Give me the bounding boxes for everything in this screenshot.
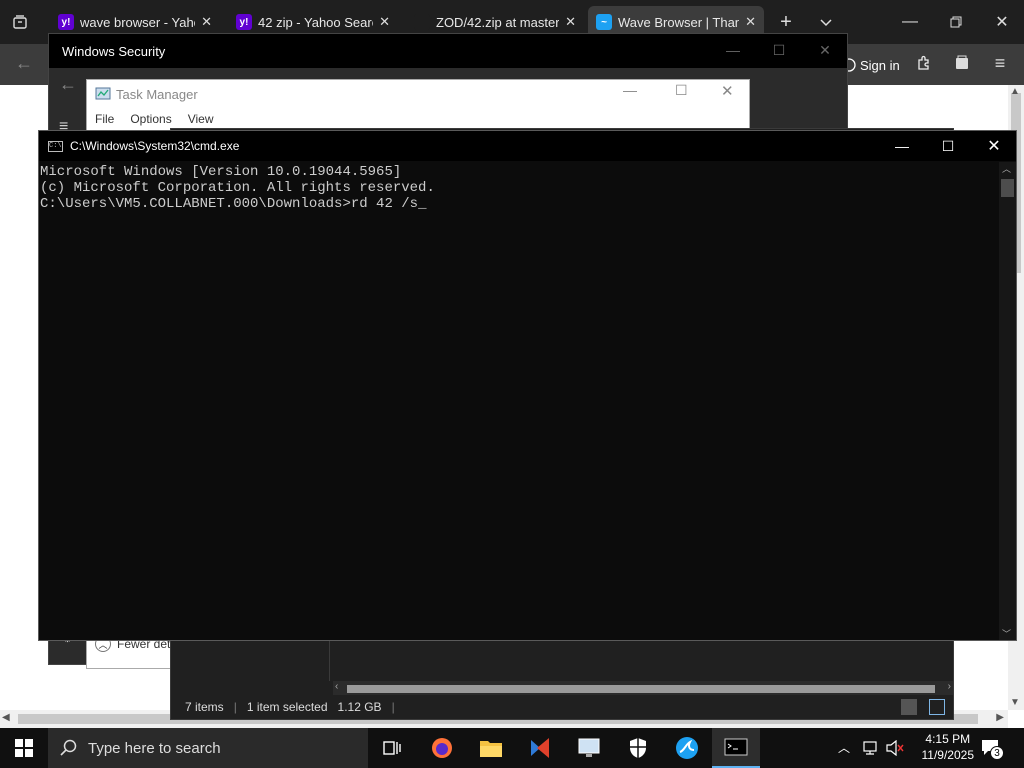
explorer-scroll-left-icon[interactable]: ‹ xyxy=(335,681,338,692)
cmd-title: C:\Windows\System32\cmd.exe xyxy=(70,139,240,153)
items-count: 7 items xyxy=(185,700,224,714)
large-icons-view-icon[interactable] xyxy=(929,699,945,715)
search-icon xyxy=(60,739,77,756)
back-arrow-icon[interactable]: ← xyxy=(10,51,38,75)
taskbar-search-box[interactable]: Type here to search xyxy=(48,728,368,768)
console-prompt-line: C:\Users\VM5.COLLABNET.000\Downloads>rd … xyxy=(40,196,419,212)
wave-browser-icon[interactable] xyxy=(663,728,711,768)
cmd-minimize-icon[interactable]: — xyxy=(879,131,925,161)
windows-logo-icon xyxy=(15,739,33,757)
winsec-minimize-icon[interactable]: — xyxy=(710,34,756,66)
taskbar-clock[interactable]: 4:15 PM 11/9/2025 xyxy=(922,731,975,763)
tab-label: wave browser - Yahoo xyxy=(80,14,195,30)
visual-studio-code-icon[interactable] xyxy=(516,728,564,768)
windows-security-title: Windows Security xyxy=(62,43,166,59)
explorer-statusbar: 7 items | 1 item selected 1.12 GB | xyxy=(171,695,953,719)
wave-favicon-icon: ~ xyxy=(596,14,612,30)
scroll-down-arrow-icon[interactable]: ▼ xyxy=(1010,697,1020,708)
taskbar: Type here to search ︿ 4:15 PM 11/9/2025 … xyxy=(0,728,1024,768)
status-separator: | xyxy=(233,700,237,714)
taskmgr-close-icon[interactable]: ✕ xyxy=(721,82,734,100)
firefox-icon[interactable] xyxy=(418,728,466,768)
sign-in-label: Sign in xyxy=(860,57,900,73)
yahoo-favicon-icon: y! xyxy=(58,14,74,30)
notification-badge: 3 xyxy=(990,746,1004,760)
explorer-scroll-right-icon[interactable]: › xyxy=(948,681,951,692)
command-prompt-taskbar-icon[interactable] xyxy=(712,728,760,768)
task-view-icon[interactable] xyxy=(368,728,416,768)
cmd-window: C:\ C:\Windows\System32\cmd.exe — ☐ ✕ Mi… xyxy=(38,130,1017,641)
taskmgr-maximize-icon[interactable]: ☐ xyxy=(675,82,688,99)
task-manager-titlebar[interactable]: Task Manager xyxy=(87,80,749,108)
status-separator: | xyxy=(391,700,395,714)
console-line: C:\Users\VM5.COLLABNET.000\Downloads>rd … xyxy=(40,196,998,212)
selection-size: 1.12 GB xyxy=(337,700,382,714)
browser-restore-icon[interactable] xyxy=(942,10,970,34)
console-output[interactable]: Microsoft Windows [Version 10.0.19044.59… xyxy=(39,162,999,640)
taskmgr-minimize-icon[interactable]: — xyxy=(623,82,637,98)
tab-close-icon[interactable]: ✕ xyxy=(201,14,212,30)
cmd-titlebar[interactable]: C:\ C:\Windows\System32\cmd.exe xyxy=(39,131,1016,161)
scroll-left-arrow-icon[interactable]: ◀ xyxy=(2,712,10,723)
notification-center-button[interactable]: 3 xyxy=(980,738,1004,763)
cmd-close-icon[interactable]: ✕ xyxy=(971,131,1017,161)
menu-hamburger-icon[interactable]: ≡ xyxy=(986,51,1014,75)
pane-divider xyxy=(329,641,330,681)
new-tab-icon[interactable]: + xyxy=(772,10,800,34)
console-line: Microsoft Windows [Version 10.0.19044.59… xyxy=(40,164,402,180)
cmd-scroll-thumb[interactable] xyxy=(1001,179,1014,197)
yahoo-favicon-icon: y! xyxy=(236,14,252,30)
network-icon[interactable] xyxy=(862,740,880,761)
windows-security-shield-icon[interactable] xyxy=(614,728,662,768)
tab-label: ZOD/42.zip at master · xyxy=(436,14,560,30)
clock-date: 11/9/2025 xyxy=(921,748,975,762)
text-cursor: _ xyxy=(418,196,427,212)
start-button[interactable] xyxy=(0,728,48,768)
details-view-icon[interactable] xyxy=(901,699,917,715)
scroll-right-arrow-icon[interactable]: ▶ xyxy=(996,712,1004,723)
cmd-scroll-down-icon[interactable]: ﹀ xyxy=(1002,627,1011,640)
cmd-app-icon: C:\ xyxy=(48,140,63,152)
console-line: (c) Microsoft Corporation. All rights re… xyxy=(40,180,435,196)
browser-close-icon[interactable]: ✕ xyxy=(988,10,1016,34)
tab-close-icon[interactable]: ✕ xyxy=(565,14,576,30)
winsec-close-icon[interactable]: ✕ xyxy=(802,34,848,66)
cmd-scrollbar[interactable]: ︿ ﹀ xyxy=(999,162,1016,640)
tab-list-chevron-icon[interactable] xyxy=(812,10,840,34)
remote-desktop-icon[interactable] xyxy=(565,728,613,768)
winsec-maximize-icon[interactable]: ☐ xyxy=(756,34,802,66)
menu-file[interactable]: File xyxy=(87,112,122,126)
show-hidden-icons-chevron-icon[interactable]: ︿ xyxy=(838,739,850,756)
tab-label: 42 zip - Yahoo Search R xyxy=(258,14,373,30)
explorer-hscroll-thumb[interactable] xyxy=(347,685,935,693)
tab-actions-icon[interactable] xyxy=(6,10,34,34)
tab-close-icon[interactable]: ✕ xyxy=(379,14,390,30)
task-manager-icon xyxy=(95,87,111,100)
volume-muted-icon[interactable] xyxy=(886,739,904,761)
cmd-scroll-up-icon[interactable]: ︿ xyxy=(1002,162,1011,175)
task-manager-title: Task Manager xyxy=(116,86,198,102)
task-manager-menubar: File Options View xyxy=(87,108,749,130)
extensions-icon[interactable] xyxy=(910,51,938,75)
selection-info: 1 item selected xyxy=(246,700,328,714)
file-explorer-icon[interactable] xyxy=(467,728,515,768)
cmd-maximize-icon[interactable]: ☐ xyxy=(925,131,971,161)
clock-time: 4:15 PM xyxy=(925,732,971,746)
github-favicon-icon xyxy=(414,14,430,30)
search-placeholder: Type here to search xyxy=(88,739,221,757)
scroll-up-arrow-icon[interactable]: ▲ xyxy=(1010,86,1020,97)
tab-label: Wave Browser | Thank Y xyxy=(618,14,740,30)
menu-view[interactable]: View xyxy=(180,112,222,126)
winsec-back-arrow-icon[interactable]: ← xyxy=(59,74,77,95)
menu-options[interactable]: Options xyxy=(122,112,179,126)
tab-close-icon[interactable]: ✕ xyxy=(745,14,756,30)
browser-minimize-icon[interactable]: — xyxy=(896,10,924,34)
profile-icon[interactable] xyxy=(948,51,976,75)
